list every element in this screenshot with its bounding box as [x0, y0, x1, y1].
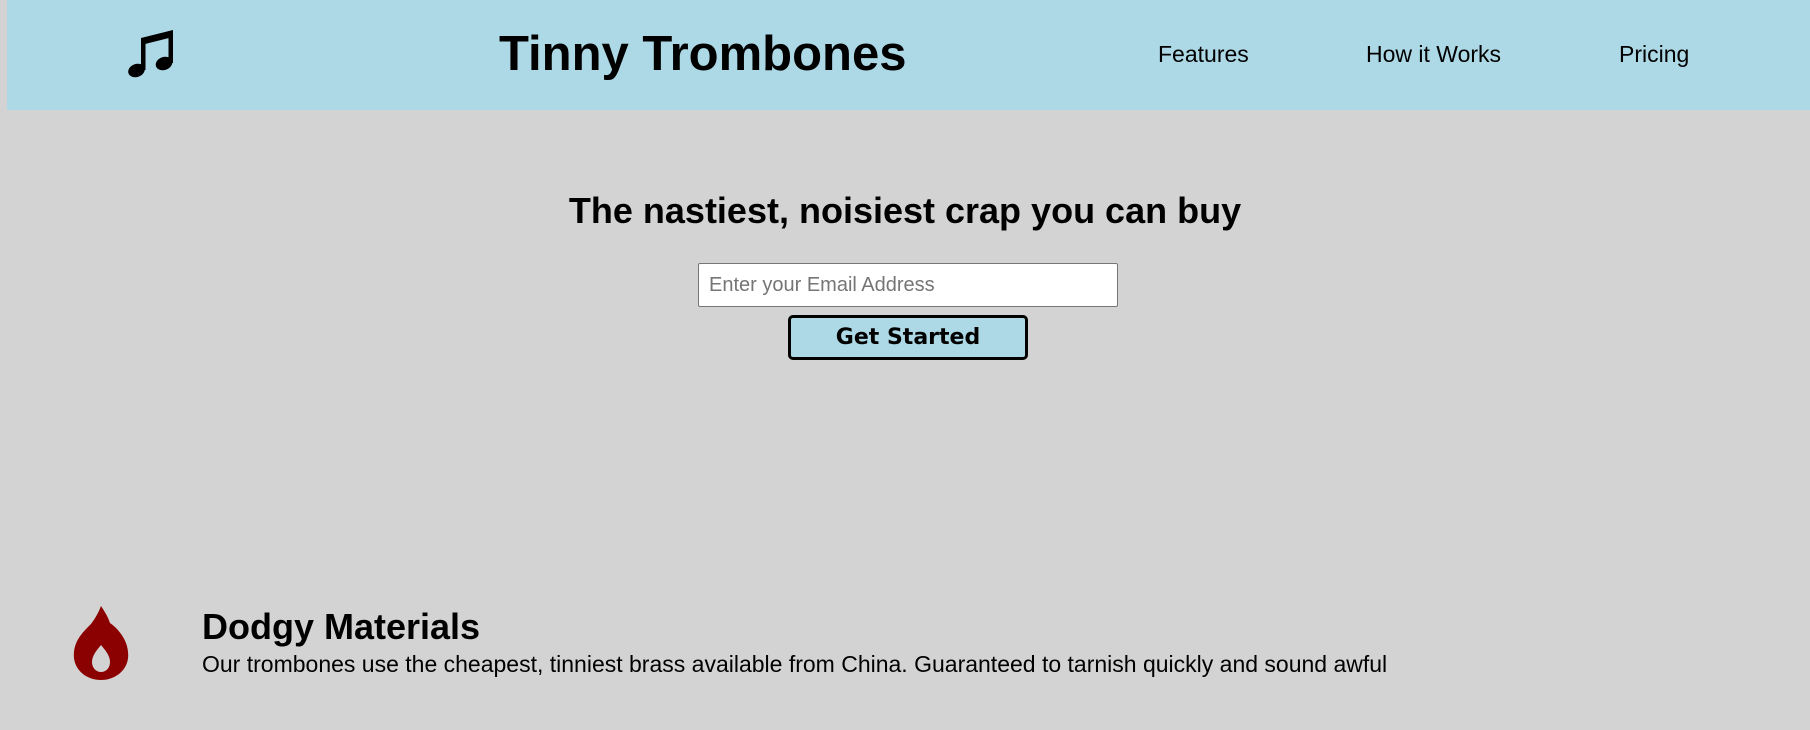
feature-description: Our trombones use the cheapest, tinniest… — [202, 651, 1388, 677]
nav-link-pricing[interactable]: Pricing — [1619, 39, 1689, 69]
hero-heading: The nastiest, noisiest crap you can buy — [568, 190, 1242, 231]
nav-link-how-it-works[interactable]: How it Works — [1366, 39, 1501, 69]
nav-link-features[interactable]: Features — [1158, 39, 1249, 69]
email-input[interactable] — [698, 263, 1118, 307]
feature-title: Dodgy Materials — [202, 606, 481, 647]
fire-icon — [72, 606, 130, 680]
get-started-button[interactable]: Get Started — [788, 315, 1028, 360]
site-header: Tinny Trombones Features How it Works Pr… — [7, 0, 1810, 110]
music-note-icon — [122, 24, 182, 84]
site-title: Tinny Trombones — [499, 27, 907, 81]
